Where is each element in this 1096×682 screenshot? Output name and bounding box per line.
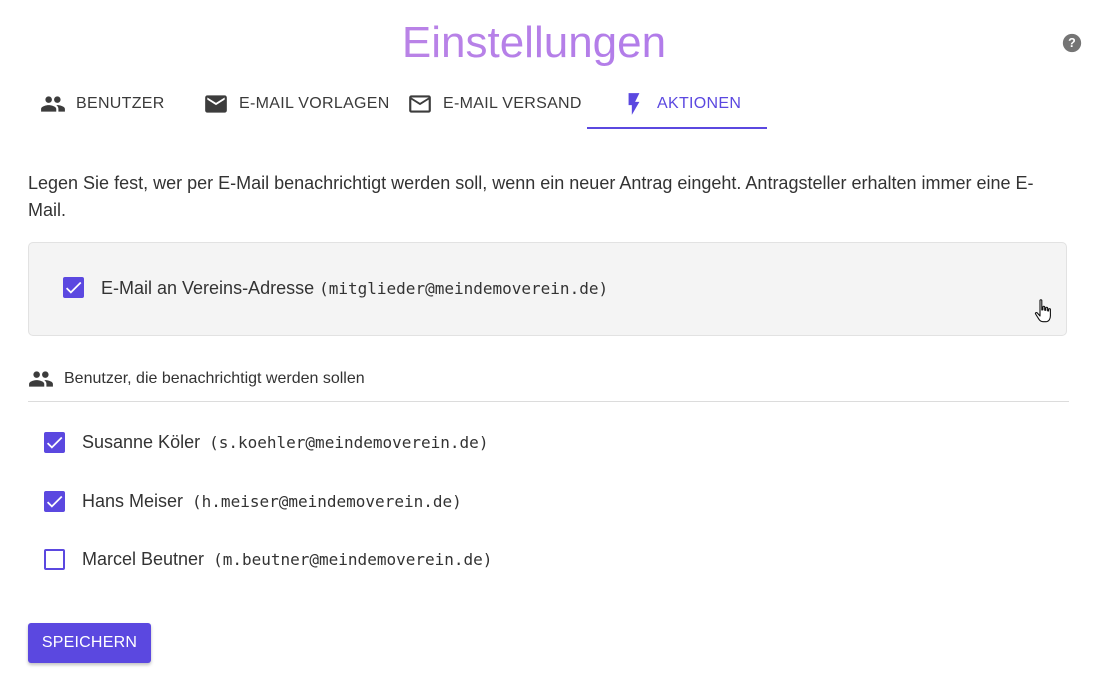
club-email-card: E-Mail an Vereins-Adresse (mitglieder@me… <box>28 242 1067 336</box>
checkmark-icon <box>46 495 63 508</box>
user-email: (h.meiser@meindemoverein.de) <box>192 491 462 511</box>
club-email-address: (mitglieder@meindemoverein.de) <box>319 279 609 298</box>
user-row[interactable]: Marcel Beutner (m.beutner@meindemoverein… <box>44 544 492 574</box>
tab-label: AKTIONEN <box>657 95 742 112</box>
user-checkbox[interactable] <box>44 431 65 453</box>
help-icon[interactable]: ? <box>1062 33 1082 53</box>
section-divider <box>28 401 1069 402</box>
user-email: (m.beutner@meindemoverein.de) <box>213 549 493 569</box>
svg-text:?: ? <box>1068 36 1076 50</box>
tab-email-versand[interactable]: E-MAIL VERSAND <box>407 80 582 128</box>
tab-label: E-MAIL VORLAGEN <box>239 95 390 112</box>
user-name: Marcel Beutner <box>82 548 205 569</box>
checkmark-icon <box>46 436 63 449</box>
user-row[interactable]: Susanne Köler (s.koehler@meindemoverein.… <box>44 427 488 457</box>
users-section-title: Benutzer, die benachrichtigt werden soll… <box>64 370 365 387</box>
active-tab-indicator <box>587 127 767 129</box>
page-title: Einstellungen <box>0 16 1068 70</box>
tab-benutzer[interactable]: BENUTZER <box>40 80 165 128</box>
save-button[interactable]: SPEICHERN <box>28 623 151 663</box>
bolt-icon <box>628 93 640 115</box>
user-email: (s.koehler@meindemoverein.de) <box>209 432 489 452</box>
user-checkbox[interactable] <box>44 548 65 570</box>
club-email-label[interactable]: E-Mail an Vereins-Adresse (mitglieder@me… <box>101 276 608 301</box>
mail-outline-icon <box>409 95 431 113</box>
tab-email-vorlagen[interactable]: E-MAIL VORLAGEN <box>203 80 390 128</box>
mail-filled-icon <box>205 95 227 113</box>
user-checkbox[interactable] <box>44 490 65 512</box>
tab-aktionen[interactable]: AKTIONEN <box>621 80 741 128</box>
people-icon <box>29 371 53 387</box>
people-icon <box>41 96 65 112</box>
user-name: Hans Meiser <box>82 490 184 511</box>
club-email-checkbox[interactable] <box>63 277 84 298</box>
user-name: Susanne Köler <box>82 431 201 452</box>
hand-cursor-icon <box>1034 299 1051 323</box>
tab-label: E-MAIL VERSAND <box>443 95 582 112</box>
users-section-heading: Benutzer, die benachrichtigt werden soll… <box>28 366 365 392</box>
club-email-label-text: E-Mail an Vereins-Adresse <box>101 278 315 298</box>
tab-label: BENUTZER <box>76 95 165 112</box>
checkmark-icon <box>65 281 82 294</box>
description-text: Legen Sie fest, wer per E-Mail benachric… <box>28 173 1034 220</box>
user-row[interactable]: Hans Meiser (h.meiser@meindemoverein.de) <box>44 486 462 516</box>
